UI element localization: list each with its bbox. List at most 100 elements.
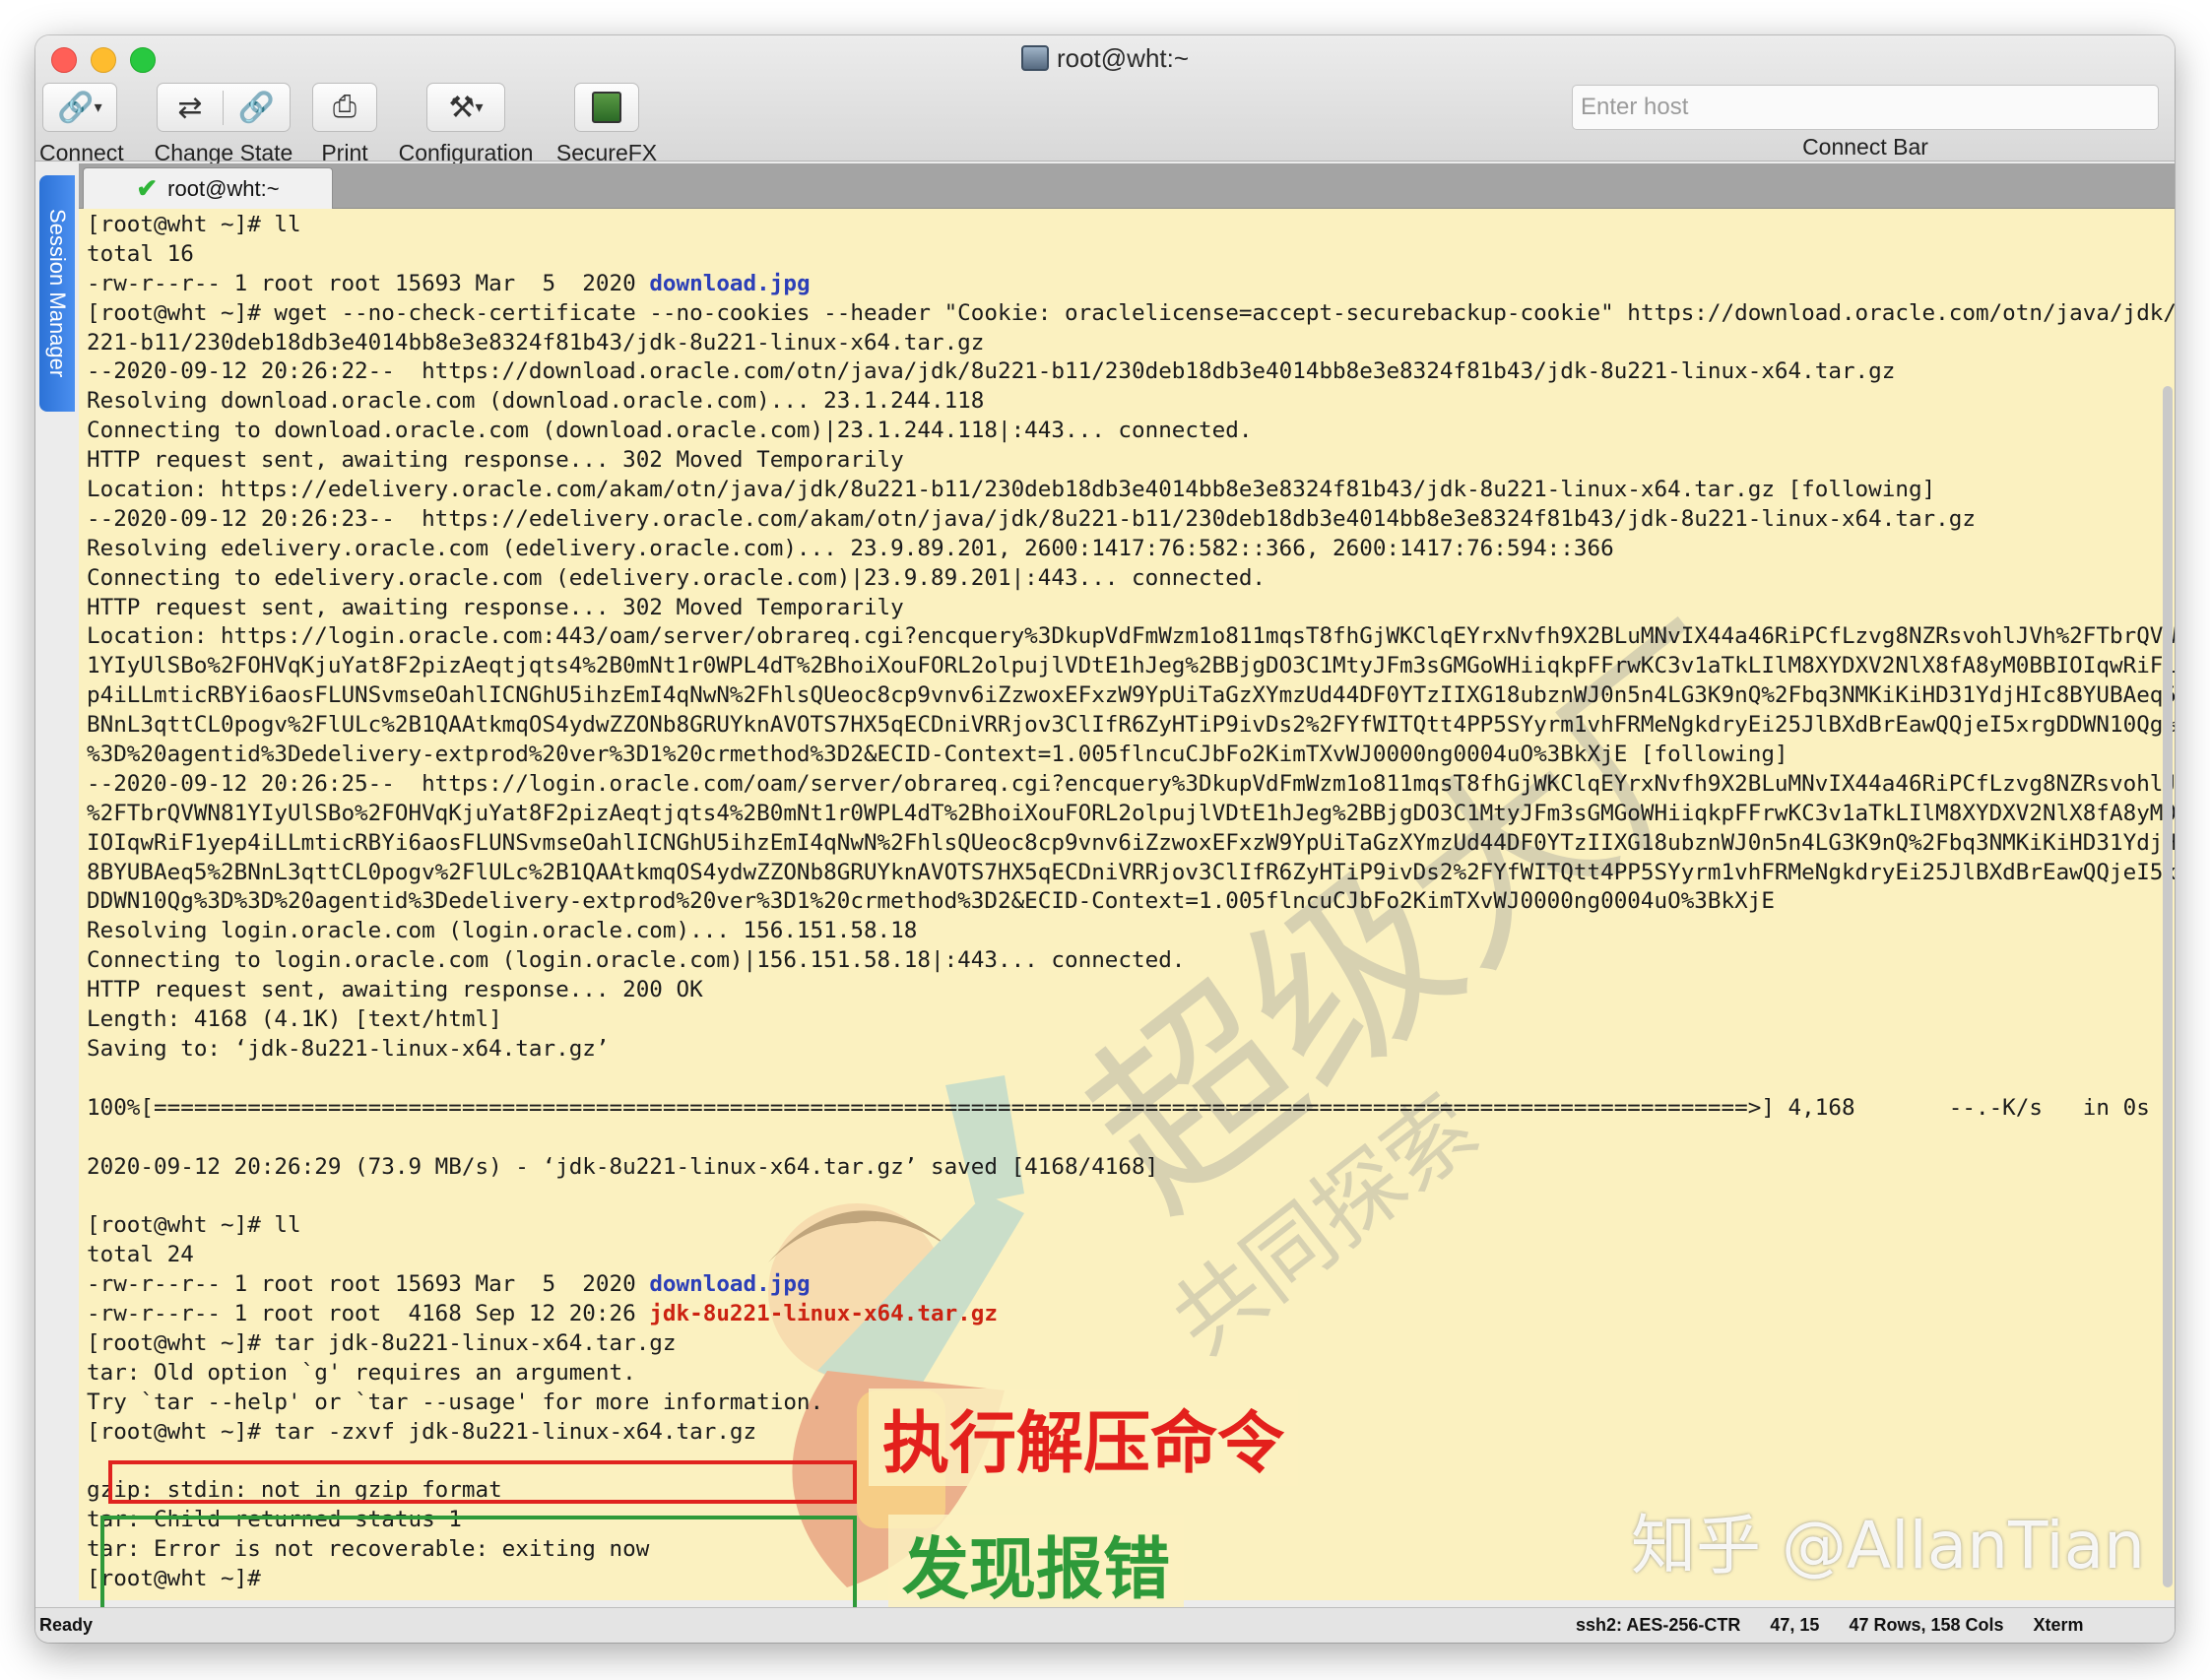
securefx-icon <box>592 92 621 123</box>
tools-icon: ⚒ <box>448 91 476 124</box>
configuration-tool[interactable]: ⚒ ▾ Configuration <box>392 83 540 166</box>
terminal-line-text: Connecting to edelivery.oracle.com (edel… <box>87 564 1267 591</box>
terminal-line: Resolving download.oracle.com (download.… <box>87 387 2175 417</box>
terminal-line-text: -rw-r--r-- 1 root root 4168 Sep 12 20:26 <box>87 1300 650 1326</box>
terminal-line: total 24 <box>87 1241 2175 1270</box>
terminal-line: Connecting to edelivery.oracle.com (edel… <box>87 564 2175 594</box>
terminal-line: [root@wht ~]# tar jdk-8u221-linux-x64.ta… <box>87 1329 2175 1359</box>
status-terminal-size: 47 Rows, 158 Cols <box>1849 1615 2004 1635</box>
terminal-output: [root@wht ~]# ll total 16 -rw-r--r-- 1 roo… <box>87 211 2175 1594</box>
chevron-down-icon: ▾ <box>475 99 484 116</box>
session-tab-bar: ✔ root@wht:~ <box>79 163 2175 209</box>
terminal-line-text: [root@wht ~]# tar -zxvf jdk-8u221-linux-… <box>87 1418 757 1445</box>
terminal-line: 1YIyUlSBo%2FOHVqKjuYat8F2pizAeqtjqts4%2B… <box>87 652 2175 681</box>
terminal-line-text: BNnL3qttCL0pogv%2FlULc%2B1QAAtkmqOS4ydwZ… <box>87 712 2175 739</box>
highlight-box-error-output <box>100 1516 857 1618</box>
terminal-line-text: Try `tar --help' or `tar --usage' for mo… <box>87 1389 824 1415</box>
terminal-line-text: [root@wht ~]# tar jdk-8u221-linux-x64.ta… <box>87 1329 677 1356</box>
terminal-line-text: Resolving login.oracle.com (login.oracle… <box>87 918 918 944</box>
terminal-line-text: Connecting to download.oracle.com (downl… <box>87 418 1253 444</box>
terminal-line-text: 100%[===================================… <box>87 1094 2150 1121</box>
terminal-line-text: [root@wht ~]# wget --no-check-certificat… <box>87 299 2175 326</box>
terminal-line: 8BYUBAeq5%2BNnL3qttCL0pogv%2FlULc%2B1QAA… <box>87 859 2175 888</box>
session-manager-tab[interactable]: Session Manager <box>39 175 75 412</box>
status-cipher: ssh2: AES-256-CTR <box>1576 1615 1741 1635</box>
terminal-line-text: -rw-r--r-- 1 root root 15693 Mar 5 2020 <box>87 1271 650 1298</box>
terminal-line: p4iLLmticRBYi6aosFLUNSvmseOahlICNGhU5ihz… <box>87 681 2175 711</box>
connect-bar-label: Connect Bar <box>1802 134 1928 160</box>
terminal-line: IOIqwRiF1yep4iLLmticRBYi6aosFLUNSvmseOah… <box>87 829 2175 859</box>
terminal-line: HTTP request sent, awaiting response... … <box>87 446 2175 476</box>
terminal-line: HTTP request sent, awaiting response... … <box>87 594 2175 623</box>
connect-button[interactable]: 🔗 ▾ <box>42 83 117 132</box>
session-tab[interactable]: ✔ root@wht:~ <box>83 167 333 209</box>
highlight-box-tar-command <box>108 1460 857 1504</box>
status-terminal-type: Xterm <box>2033 1615 2084 1635</box>
terminal-line-text: tar: Old option `g' requires an argument… <box>87 1359 636 1386</box>
terminal-line: DDWN10Qg%3D%3D%20agentid%3Dedelivery-ext… <box>87 887 2175 917</box>
terminal-line: total 16 <box>87 240 2175 270</box>
terminal-file-name: download.jpg <box>649 270 811 296</box>
securefx-tool[interactable]: SecureFX <box>548 83 666 166</box>
terminal-line: tar: Old option `g' requires an argument… <box>87 1359 2175 1389</box>
terminal-line-text: Resolving edelivery.oracle.com (edeliver… <box>87 535 1614 561</box>
terminal-line-text: %3D%20agentid%3Dedelivery-extprod%20ver%… <box>87 742 1788 768</box>
link-icon: 🔗 <box>57 91 95 124</box>
terminal-line: %2FTbrQVWN81YIyUlSBo%2FOHVqKjuYat8F2pizA… <box>87 800 2175 829</box>
print-label: Print <box>321 140 368 165</box>
terminal-line-text: Resolving download.oracle.com (download.… <box>87 388 985 415</box>
terminal-line: 100%[===================================… <box>87 1094 2175 1124</box>
annotation-extract-command: 执行解压命令 <box>869 1389 1299 1486</box>
terminal-line: -rw-r--r-- 1 root root 15693 Mar 5 2020 … <box>87 1270 2175 1300</box>
terminal-line: [root@wht ~]# ll <box>87 1211 2175 1241</box>
terminal-line: -rw-r--r-- 1 root root 15693 Mar 5 2020 … <box>87 270 2175 299</box>
session-tab-label: root@wht:~ <box>167 175 280 201</box>
terminal-line: Location: https://edelivery.oracle.com/a… <box>87 476 2175 505</box>
terminal-line-text: IOIqwRiF1yep4iLLmticRBYi6aosFLUNSvmseOah… <box>87 829 2175 856</box>
print-button[interactable]: ⎙ <box>312 83 377 132</box>
terminal-file-name: download.jpg <box>649 1271 811 1298</box>
securefx-label: SecureFX <box>555 140 658 165</box>
terminal-line-text: [root@wht ~]# ll <box>87 212 301 237</box>
terminal-icon <box>1020 45 1049 71</box>
terminal-line-text: HTTP request sent, awaiting response... … <box>87 594 904 620</box>
change-state-tool[interactable]: ⇄ 🔗 Change State <box>152 83 295 166</box>
terminal-line: %3D%20agentid%3Dedelivery-extprod%20ver%… <box>87 741 2175 770</box>
terminal-line: Saving to: ‘jdk-8u221-linux-x64.tar.gz’ <box>87 1035 2175 1065</box>
change-state-button[interactable]: ⇄ 🔗 <box>157 83 291 132</box>
status-bar: Ready ssh2: AES-256-CTR 47, 15 47 Rows, … <box>35 1607 2175 1643</box>
terminal-line-text: --2020-09-12 20:26:25-- https://login.or… <box>87 770 2175 797</box>
configuration-button[interactable]: ⚒ ▾ <box>426 83 505 132</box>
terminal-line-text: -rw-r--r-- 1 root root 15693 Mar 5 2020 <box>87 270 650 296</box>
vertical-scrollbar[interactable] <box>2163 386 2173 1587</box>
disconnect-icon: 🔗 <box>237 91 276 124</box>
terminal-line-text: 2020-09-12 20:26:29 (73.9 MB/s) - ‘jdk-8… <box>87 1153 1159 1180</box>
configuration-label: Configuration <box>398 140 534 165</box>
terminal-line: HTTP request sent, awaiting response... … <box>87 976 2175 1005</box>
securefx-button[interactable] <box>574 83 639 132</box>
connected-check-icon: ✔ <box>136 173 159 203</box>
terminal-line: [root@wht ~]# ll <box>87 211 2175 240</box>
terminal-line: 221-b11/230deb18db3e4014bb8e3e8324f81b43… <box>87 329 2175 358</box>
terminal-line-text: p4iLLmticRBYi6aosFLUNSvmseOahlICNGhU5ihz… <box>87 682 2175 709</box>
terminal-line-text: Length: 4168 (4.1K) [text/html] <box>87 1006 502 1033</box>
terminal-line-text: Location: https://edelivery.oracle.com/a… <box>87 477 1936 503</box>
enter-host-input[interactable] <box>1572 85 2159 130</box>
terminal-line-text: Connecting to login.oracle.com (login.or… <box>87 947 1186 974</box>
annotation-found-error: 发现报错 <box>888 1515 1185 1612</box>
terminal-line: BNnL3qttCL0pogv%2FlULc%2B1QAAtkmqOS4ydwZ… <box>87 711 2175 741</box>
terminal-line: Connecting to download.oracle.com (downl… <box>87 417 2175 446</box>
terminal-line-text: Saving to: ‘jdk-8u221-linux-x64.tar.gz’ <box>87 1035 610 1062</box>
terminal-line: Resolving login.oracle.com (login.oracle… <box>87 917 2175 946</box>
print-tool[interactable]: ⎙ Print <box>309 83 380 166</box>
chevron-down-icon: ▾ <box>94 99 102 116</box>
reconnect-icon: ⇄ <box>158 90 224 125</box>
connect-tool[interactable]: 🔗 ▾ Connect <box>39 83 124 166</box>
connect-label: Connect <box>39 140 124 165</box>
terminal-line-text: DDWN10Qg%3D%3D%20agentid%3Dedelivery-ext… <box>87 888 1775 915</box>
terminal-line-text: --2020-09-12 20:26:23-- https://edeliver… <box>87 505 1976 532</box>
status-ready: Ready <box>39 1615 94 1635</box>
zhihu-watermark: 知乎 @AllanTian <box>1631 1508 2145 1583</box>
